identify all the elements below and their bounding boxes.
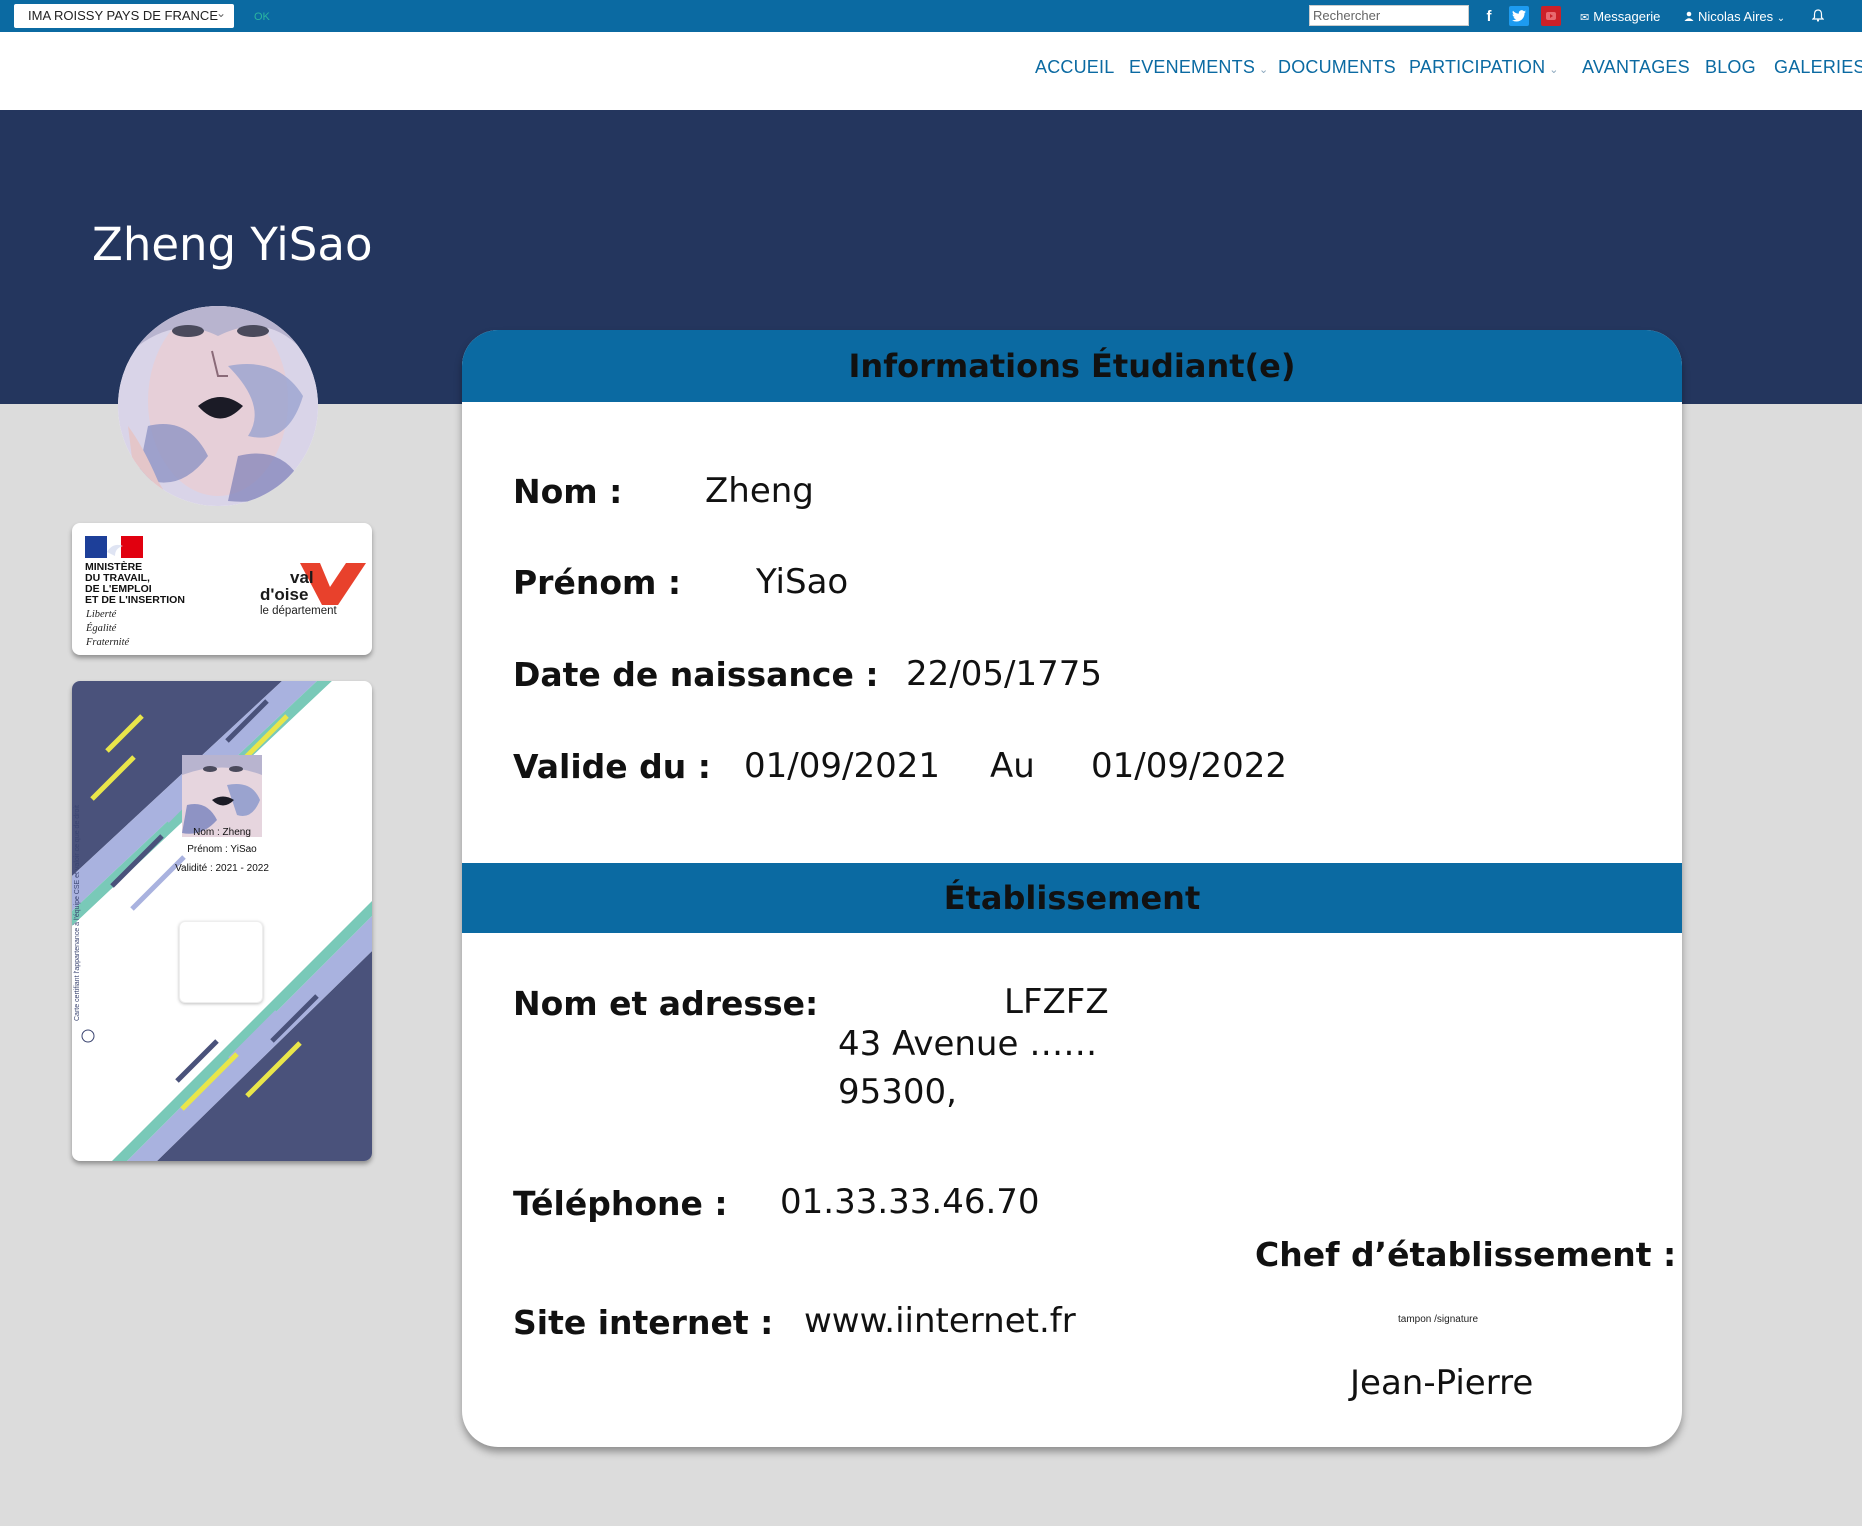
facebook-icon[interactable]: f bbox=[1479, 6, 1499, 26]
messages-label: Messagerie bbox=[1593, 9, 1661, 24]
dob-label: Date de naissance : bbox=[513, 655, 879, 694]
chevron-down-icon: ⌄ bbox=[1776, 13, 1786, 24]
nav-item-galeries[interactable]: GALERIES bbox=[1774, 57, 1862, 78]
svg-text:d'oise: d'oise bbox=[260, 585, 308, 604]
nom-value: Zheng bbox=[705, 471, 814, 511]
top-utility-bar: IMA ROISSY PAYS DE FRANCE ⌄ OK f ✉Messag… bbox=[0, 0, 1862, 32]
ministry-name: MINISTÈRE DU TRAVAIL, DE L'EMPLOI ET DE … bbox=[85, 561, 185, 606]
card-first-name: Prénom : YiSao bbox=[187, 844, 257, 855]
card-name: Nom : Zheng bbox=[193, 827, 251, 838]
republique-francaise-logo bbox=[85, 536, 143, 558]
student-card-preview[interactable]: Nom : Zheng Prénom : YiSao Validité : 20… bbox=[72, 681, 372, 1161]
stamp-signature-note: tampon /signature bbox=[1398, 1314, 1479, 1325]
main-nav: ACCUEIL EVENEMENTS ⌄ DOCUMENTS PARTICIPAT… bbox=[0, 32, 1862, 110]
republic-motto: Liberté Égalité Fraternité bbox=[86, 609, 130, 648]
nom-label: Nom : bbox=[513, 472, 623, 511]
val-doise-subtitle: le département bbox=[260, 605, 337, 617]
youtube-icon[interactable] bbox=[1541, 6, 1561, 26]
address-line-2: 95300, bbox=[838, 1072, 957, 1112]
user-name: Nicolas Aires bbox=[1698, 9, 1774, 24]
nav-item-blog[interactable]: BLOG bbox=[1705, 57, 1756, 78]
valid-to-label: Au bbox=[990, 746, 1035, 786]
website-label: Site internet : bbox=[513, 1303, 774, 1342]
valid-to-value: 01/09/2022 bbox=[1091, 746, 1287, 786]
site-selector[interactable]: IMA ROISSY PAYS DE FRANCE ⌄ bbox=[14, 4, 234, 28]
prenom-label: Prénom : bbox=[513, 563, 682, 602]
address-line-1: 43 Avenue …… bbox=[838, 1024, 1098, 1064]
chevron-down-icon: ⌄ bbox=[215, 6, 226, 20]
card-qr-slot bbox=[179, 921, 263, 1003]
card-validity: Validité : 2021 - 2022 bbox=[175, 863, 269, 874]
student-section-header: Informations Étudiant(e) bbox=[462, 330, 1682, 402]
establishment-section-header: Établissement bbox=[462, 863, 1682, 933]
avatar bbox=[118, 306, 318, 506]
user-icon bbox=[1684, 11, 1694, 24]
nav-item-label: PARTICIPATION bbox=[1409, 57, 1546, 77]
chevron-down-icon: ⌄ bbox=[1259, 64, 1269, 76]
nav-item-participation[interactable]: PARTICIPATION ⌄ bbox=[1409, 57, 1559, 78]
nav-item-avantages[interactable]: AVANTAGES bbox=[1582, 57, 1690, 78]
ok-button[interactable]: OK bbox=[254, 11, 270, 23]
user-menu[interactable]: Nicolas Aires ⌄ bbox=[1684, 9, 1785, 24]
valid-from-value: 01/09/2021 bbox=[744, 746, 940, 786]
establishment-name: LFZFZ bbox=[1004, 982, 1109, 1022]
phone-value: 01.33.33.46.70 bbox=[780, 1182, 1040, 1222]
dob-value: 22/05/1775 bbox=[906, 654, 1102, 694]
site-selector-label: IMA ROISSY PAYS DE FRANCE bbox=[28, 8, 218, 23]
partner-logos-card: MINISTÈRE DU TRAVAIL, DE L'EMPLOI ET DE … bbox=[72, 523, 372, 655]
chef-name: Jean-Pierre bbox=[1350, 1363, 1534, 1403]
envelope-icon: ✉ bbox=[1580, 12, 1590, 24]
bell-icon[interactable] bbox=[1811, 9, 1825, 25]
nav-item-accueil[interactable]: ACCUEIL bbox=[1035, 57, 1114, 78]
card-certification-text: Carte certifiant l'appartenance à l'équi… bbox=[74, 805, 81, 1021]
chevron-down-icon: ⌄ bbox=[1549, 64, 1559, 76]
nav-item-label: EVENEMENTS bbox=[1129, 57, 1256, 77]
messages-link[interactable]: ✉ Messagerie bbox=[1580, 9, 1660, 24]
twitter-icon[interactable] bbox=[1509, 6, 1529, 26]
nav-item-evenements[interactable]: EVENEMENTS ⌄ bbox=[1129, 57, 1268, 78]
validity-label: Valide du : bbox=[513, 747, 711, 786]
card-photo bbox=[182, 755, 262, 837]
search-input[interactable] bbox=[1309, 5, 1469, 26]
website-value[interactable]: www.iinternet.fr bbox=[804, 1301, 1076, 1341]
phone-label: Téléphone : bbox=[513, 1184, 728, 1223]
prenom-value: YiSao bbox=[756, 562, 849, 602]
chef-label: Chef d’établissement : bbox=[1255, 1235, 1677, 1274]
page-title: Zheng YiSao bbox=[92, 218, 373, 271]
nav-item-documents[interactable]: DOCUMENTS bbox=[1278, 57, 1396, 78]
val-doise-logo: val d'oise bbox=[260, 563, 366, 605]
student-info-card: Informations Étudiant(e) Nom : Zheng Pré… bbox=[462, 330, 1682, 1447]
address-label: Nom et adresse: bbox=[513, 984, 819, 1023]
